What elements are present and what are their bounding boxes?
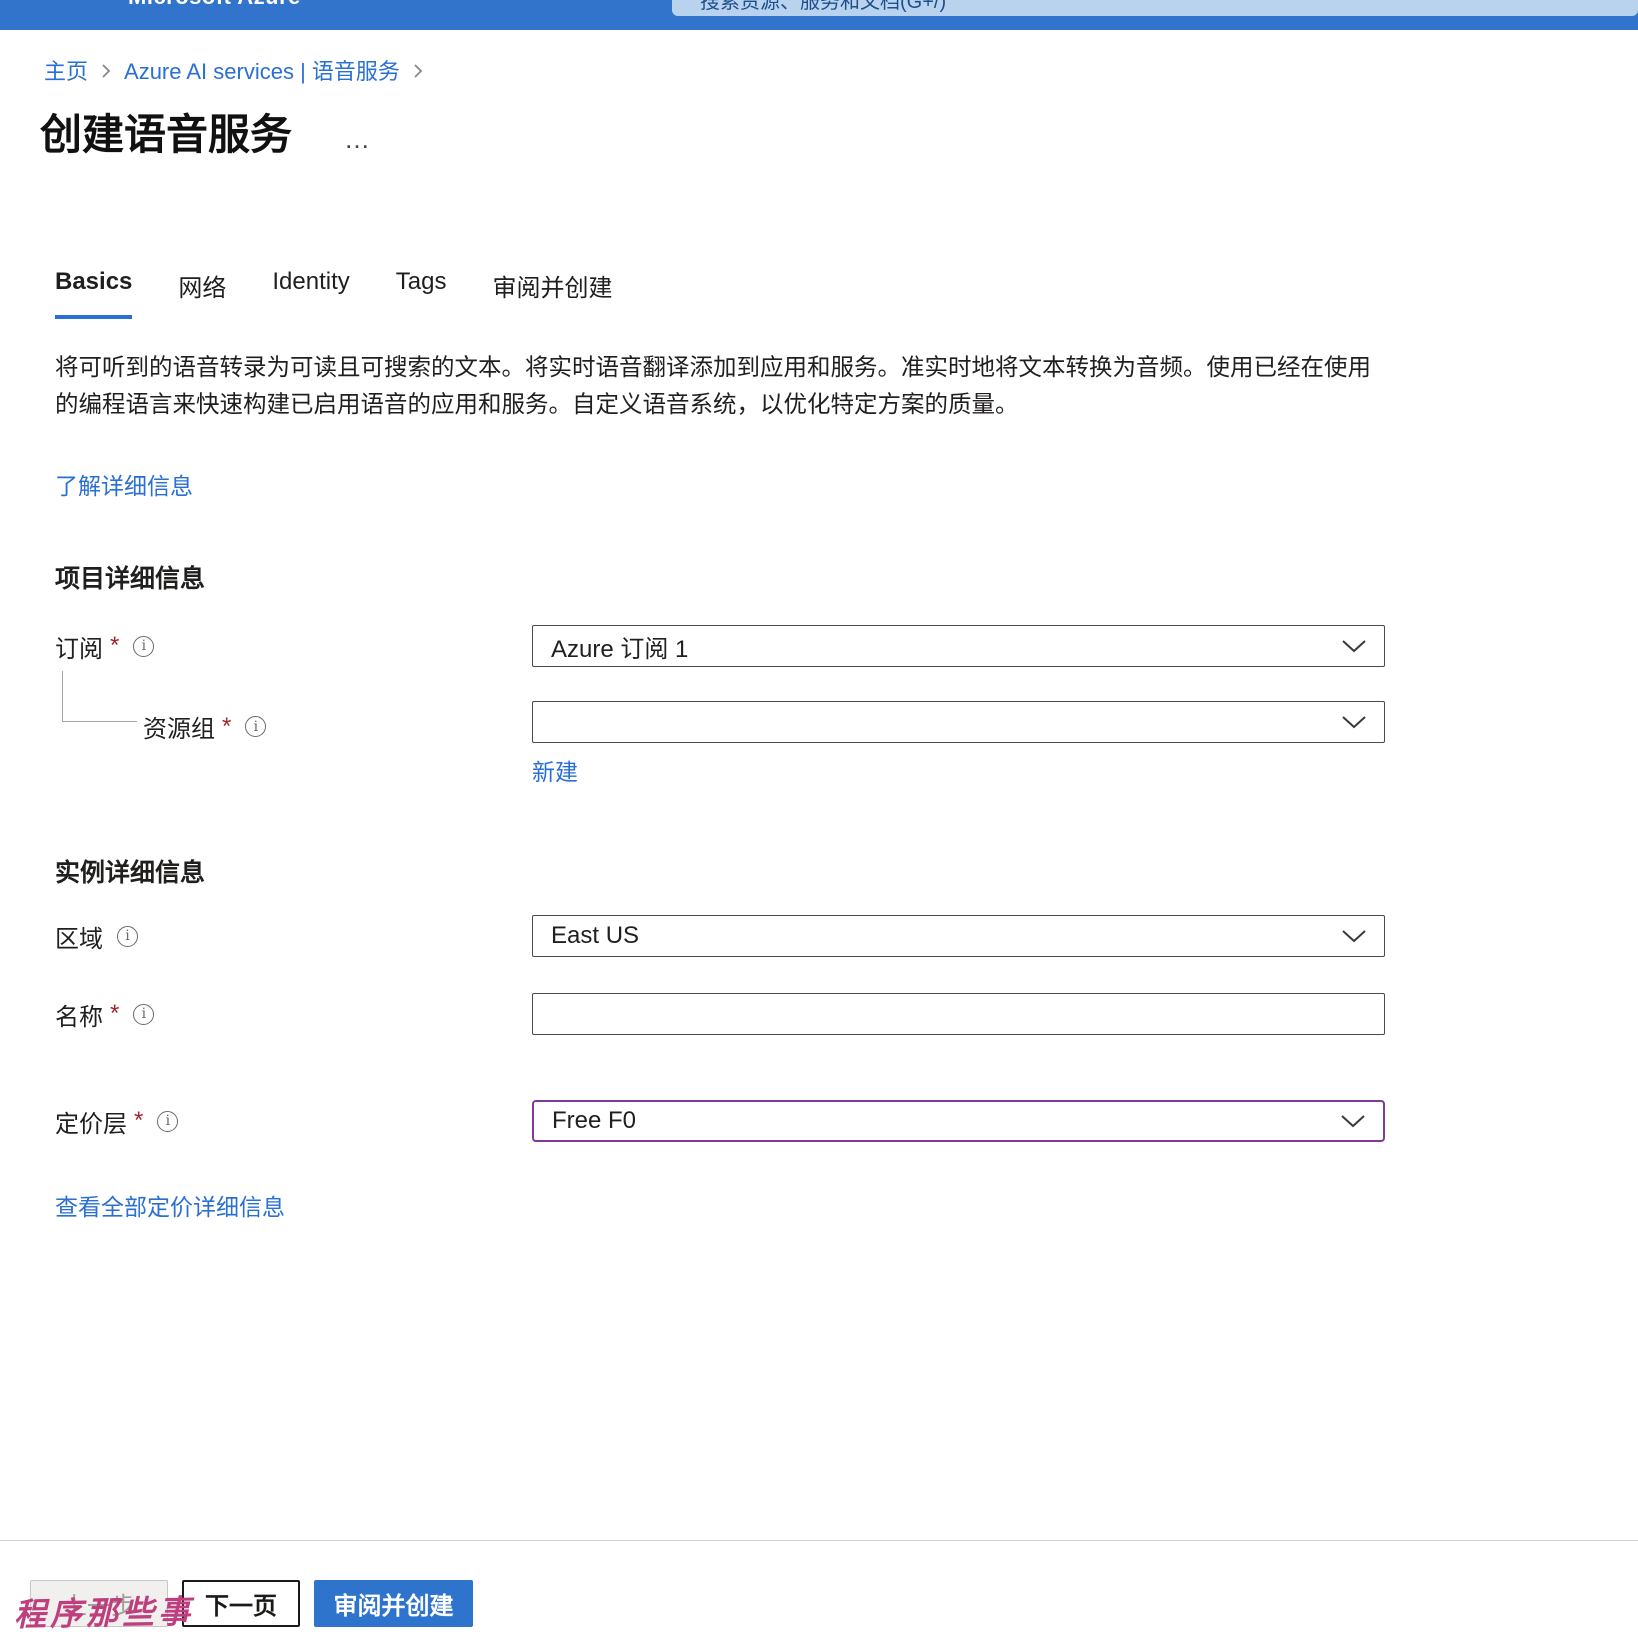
page-title: 创建语音服务 — [40, 111, 293, 158]
chevron-down-icon — [1339, 1113, 1367, 1129]
subscription-label: 订阅 * i — [55, 629, 532, 664]
tab-network[interactable]: 网络 — [178, 268, 226, 319]
pricing-tier-dropdown[interactable]: Free F0 — [532, 1100, 1385, 1142]
previous-button[interactable]: 上一步 — [30, 1580, 168, 1627]
subscription-row: 订阅 * i Azure 订阅 1 — [55, 625, 1385, 667]
resource-group-label: 资源组 * i — [55, 709, 532, 744]
region-value: East US — [551, 922, 640, 949]
breadcrumb: 主页 Azure AI services | 语音服务 — [44, 54, 1638, 86]
info-icon[interactable]: i — [157, 1110, 179, 1132]
service-description: 将可听到的语音转录为可读且可搜索的文本。将实时语音翻译添加到应用和服务。准实时地… — [55, 354, 1371, 417]
required-marker: * — [222, 712, 232, 740]
region-dropdown[interactable]: East US — [532, 915, 1385, 957]
chevron-down-icon — [1340, 928, 1368, 944]
breadcrumb-parent-link[interactable]: Azure AI services | 语音服务 — [124, 54, 400, 86]
required-marker: * — [110, 1000, 120, 1027]
name-row: 名称 * i — [55, 993, 1385, 1035]
chevron-right-icon — [412, 62, 424, 80]
azure-logo[interactable]: Microsoft Azure — [128, 0, 301, 10]
review-create-button[interactable]: 审阅并创建 — [314, 1580, 473, 1627]
chevron-down-icon — [1340, 714, 1368, 730]
required-marker: * — [110, 632, 120, 659]
wizard-tabs: Basics 网络 Identity Tags 审阅并创建 — [55, 268, 1638, 319]
instance-details-heading: 实例详细信息 — [55, 859, 206, 887]
project-details-fields: 订阅 * i Azure 订阅 1 资源组 * i 新建 — [55, 625, 1385, 787]
tab-review-create[interactable]: 审阅并创建 — [492, 268, 612, 319]
info-icon[interactable]: i — [245, 716, 267, 737]
tab-tags[interactable]: Tags — [396, 268, 447, 319]
pricing-tier-label: 定价层 * i — [55, 1104, 532, 1139]
subscription-dropdown[interactable]: Azure 订阅 1 — [532, 625, 1385, 667]
required-marker: * — [134, 1107, 144, 1134]
tab-identity[interactable]: Identity — [272, 268, 349, 319]
name-input[interactable] — [532, 993, 1385, 1035]
pricing-details-link[interactable]: 查看全部定价详细信息 — [55, 1188, 285, 1222]
ellipsis-icon: … — [344, 124, 373, 154]
create-new-link[interactable]: 新建 — [532, 753, 578, 787]
region-row: 区域 i East US — [55, 915, 1385, 957]
chevron-down-icon — [1340, 638, 1368, 654]
chevron-right-icon — [100, 62, 112, 80]
region-label: 区域 i — [55, 919, 532, 954]
global-search-input[interactable]: 搜索资源、服务和文档(G+/) — [672, 0, 1638, 16]
wizard-footer: 上一步 下一页 审阅并创建 — [0, 1540, 1638, 1640]
subscription-value: Azure 订阅 1 — [551, 635, 689, 663]
tab-basics[interactable]: Basics — [55, 268, 133, 319]
name-label: 名称 * i — [55, 997, 532, 1032]
resource-group-dropdown[interactable] — [532, 701, 1385, 743]
info-icon[interactable]: i — [133, 1003, 155, 1025]
project-details-heading: 项目详细信息 — [55, 565, 206, 593]
pricing-tier-value: Free F0 — [552, 1107, 637, 1134]
next-button[interactable]: 下一页 — [182, 1580, 300, 1627]
resource-group-row: 资源组 * i 新建 — [55, 701, 1385, 787]
global-search-placeholder: 搜索资源、服务和文档(G+/) — [700, 0, 947, 13]
info-icon[interactable]: i — [133, 635, 155, 657]
top-bar: Microsoft Azure 搜索资源、服务和文档(G+/) — [0, 0, 1638, 30]
pricing-tier-row: 定价层 * i Free F0 — [55, 1100, 1385, 1142]
learn-more-link[interactable]: 了解详细信息 — [55, 467, 193, 501]
breadcrumb-home-link[interactable]: 主页 — [44, 54, 88, 86]
info-icon[interactable]: i — [117, 925, 138, 947]
